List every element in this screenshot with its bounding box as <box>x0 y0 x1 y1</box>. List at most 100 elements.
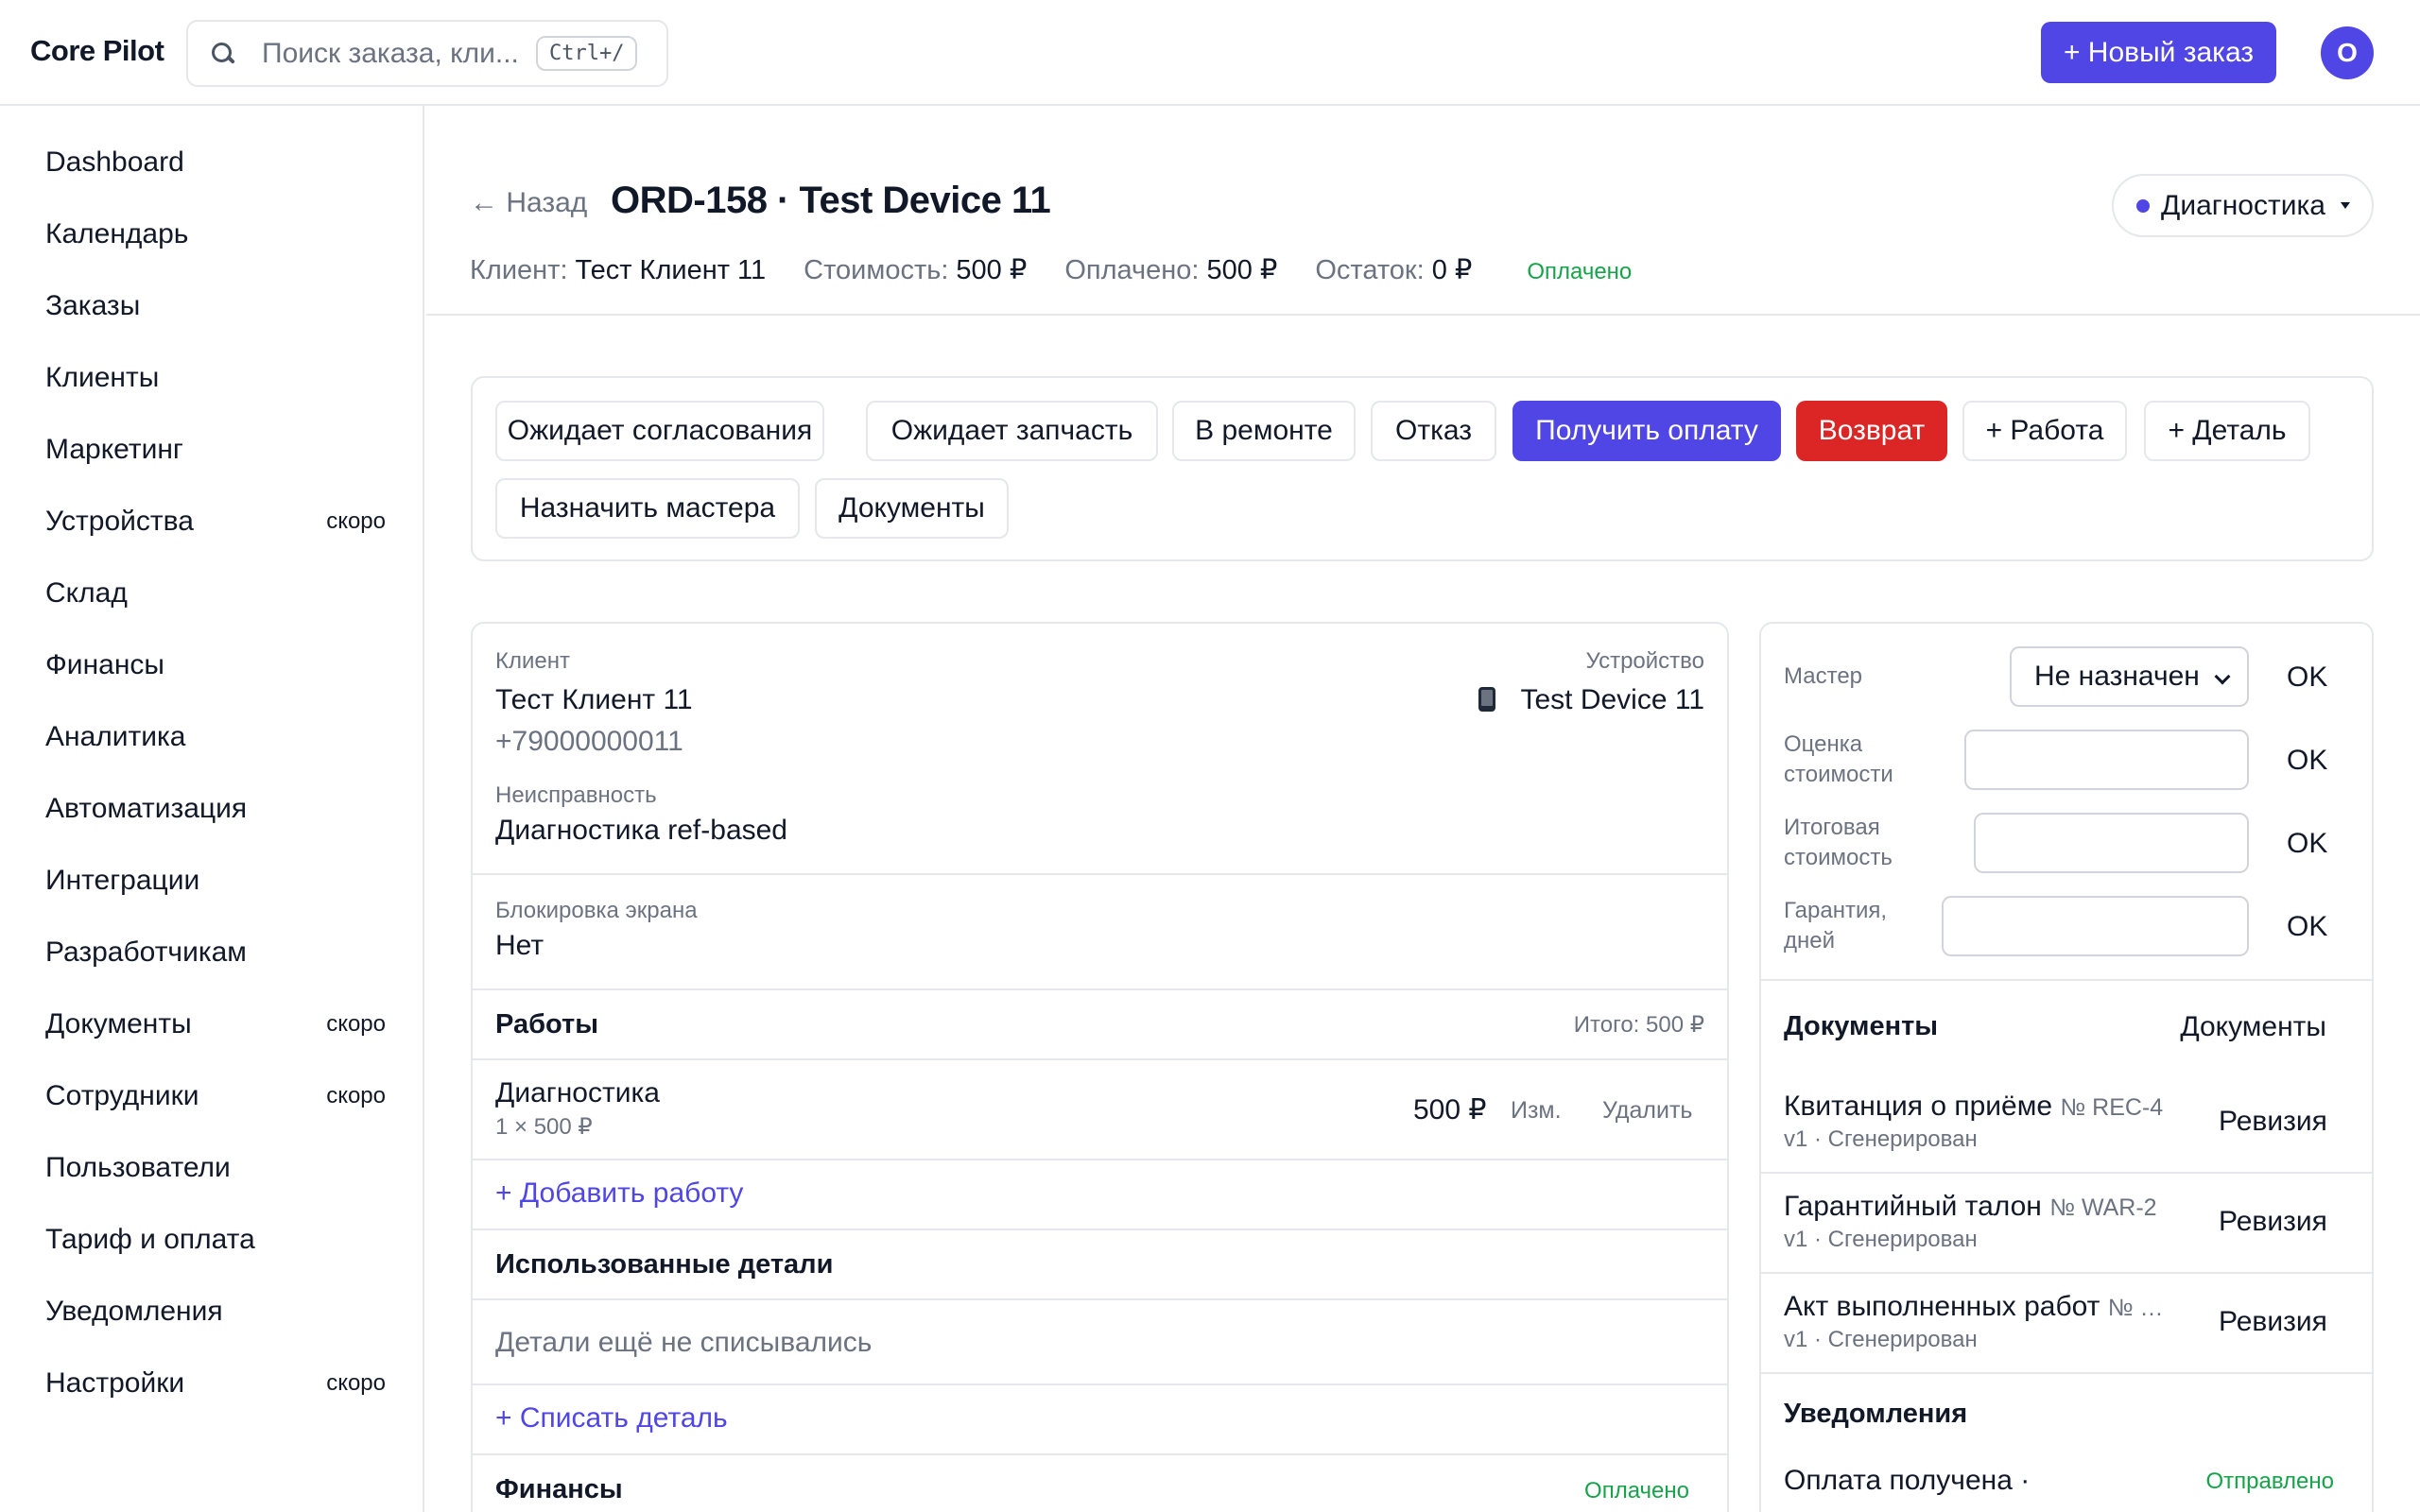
add-part-button[interactable]: + Деталь <box>2144 401 2310 461</box>
sidebar-item-warehouse[interactable]: Склад <box>45 565 386 622</box>
paid-label: Оплачено: <box>1064 255 1200 285</box>
sidebar-item-employees[interactable]: Сотрудники скоро <box>45 1068 386 1125</box>
final-cost-ok-button[interactable]: OK <box>2287 828 2327 860</box>
sidebar-item-label: Маркетинг <box>45 434 183 465</box>
documents-button[interactable]: Документы <box>815 478 1009 539</box>
sidebar-item-clients[interactable]: Клиенты <box>45 350 386 406</box>
sidebar-item-devices[interactable]: Устройства скоро <box>45 493 386 550</box>
get-payment-button[interactable]: Получить оплату <box>1512 401 1781 461</box>
new-order-button[interactable]: + Новый заказ <box>2041 22 2276 83</box>
sidebar-item-label: Сотрудники <box>45 1080 199 1111</box>
cost-value: 500 ₽ <box>956 255 1028 285</box>
divider <box>473 1058 1727 1060</box>
order-summary: Клиент: Тест Клиент 11 Стоимость: 500 ₽ … <box>470 253 1632 286</box>
warranty-ok-button[interactable]: OK <box>2287 911 2327 943</box>
write-off-part-link[interactable]: + Списать деталь <box>495 1402 728 1435</box>
doc-meta: v1 · Сгенерирован <box>1784 1227 1978 1252</box>
awaiting-approval-button[interactable]: Ожидает согласования <box>495 401 824 461</box>
notifications-title: Уведомления <box>1784 1399 1968 1429</box>
notification-item: Оплата получена · <box>1784 1465 2031 1496</box>
work-delete-button[interactable]: Удалить <box>1602 1097 1692 1125</box>
order-details-card: Клиент Тест Клиент 11 +79000000011 Устро… <box>471 622 1729 1512</box>
divider <box>473 1453 1727 1455</box>
status-value: Диагностика <box>2161 189 2325 221</box>
soon-badge: скоро <box>326 1370 386 1396</box>
sidebar-item-finance[interactable]: Финансы <box>45 637 386 694</box>
lock-caption: Блокировка экрана <box>495 898 698 923</box>
add-work-button[interactable]: + Работа <box>1962 401 2127 461</box>
sidebar-item-label: Заказы <box>45 290 141 321</box>
doc-title[interactable]: Квитанция о приёме № REC-4 <box>1784 1091 2190 1123</box>
sidebar-item-billing[interactable]: Тариф и оплата <box>45 1211 386 1268</box>
fault-caption: Неисправность <box>495 782 657 808</box>
client-label: Клиент: <box>470 255 568 285</box>
status-dropdown[interactable]: Диагностика <box>2112 174 2374 237</box>
divider <box>473 1228 1727 1230</box>
page-title: ORD-158 · Test Device 11 <box>611 180 1051 221</box>
divider <box>1761 1372 2372 1374</box>
sidebar-item-label: Документы <box>45 1008 192 1040</box>
finance-title: Финансы <box>495 1474 623 1504</box>
estimate-input[interactable] <box>1964 730 2249 790</box>
sidebar-item-orders[interactable]: Заказы <box>45 278 386 335</box>
avatar[interactable]: O <box>2321 26 2374 79</box>
awaiting-part-button[interactable]: Ожидает запчасть <box>866 401 1158 461</box>
assign-master-button[interactable]: Назначить мастера <box>495 478 800 539</box>
sidebar-item-marketing[interactable]: Маркетинг <box>45 421 386 478</box>
doc-title[interactable]: Акт выполненных работ № … <box>1784 1291 2183 1323</box>
sidebar-item-calendar[interactable]: Календарь <box>45 206 386 263</box>
works-total: Итого: 500 ₽ <box>1573 1012 1704 1038</box>
client-phone[interactable]: +79000000011 <box>495 726 683 758</box>
sidebar-item-settings[interactable]: Настройки скоро <box>45 1355 386 1412</box>
in-repair-button[interactable]: В ремонте <box>1172 401 1356 461</box>
documents-link[interactable]: Документы <box>2180 1011 2326 1043</box>
work-qty: 1 × 500 ₽ <box>495 1114 593 1140</box>
sidebar-item-automation[interactable]: Автоматизация <box>45 781 386 837</box>
doc-title[interactable]: Гарантийный талон № WAR-2 <box>1784 1191 2190 1223</box>
estimate-label: Оценка стоимости <box>1784 731 1893 787</box>
back-link[interactable]: ← Назад <box>470 187 587 219</box>
soon-badge: скоро <box>326 508 386 534</box>
doc-revision-button[interactable]: Ревизия <box>2219 1106 2327 1138</box>
soon-badge: скоро <box>326 1011 386 1037</box>
doc-revision-button[interactable]: Ревизия <box>2219 1306 2327 1338</box>
sidebar-item-integrations[interactable]: Интеграции <box>45 852 386 909</box>
add-work-link[interactable]: + Добавить работу <box>495 1177 743 1210</box>
warranty-input[interactable] <box>1942 896 2249 956</box>
refund-button[interactable]: Возврат <box>1796 401 1947 461</box>
documents-title: Документы <box>1784 1011 1939 1041</box>
doc-name: Акт выполненных работ <box>1784 1291 2100 1322</box>
device-caption: Устройство <box>1585 648 1704 674</box>
sidebar-item-dashboard[interactable]: Dashboard <box>45 134 386 191</box>
sidebar-item-label: Аналитика <box>45 721 186 752</box>
master-select-value: Не назначен <box>2034 661 2200 692</box>
brand-logo[interactable]: Core Pilot <box>30 34 164 68</box>
refuse-button[interactable]: Отказ <box>1371 401 1496 461</box>
doc-number: № REC-4 <box>2060 1094 2164 1121</box>
work-edit-button[interactable]: Изм. <box>1511 1097 1562 1125</box>
chevron-down-icon <box>2214 668 2231 685</box>
sidebar-item-notifications[interactable]: Уведомления <box>45 1283 386 1340</box>
fault-value: Диагностика ref-based <box>495 815 787 846</box>
client-caption: Клиент <box>495 648 570 674</box>
sidebar: Dashboard Календарь Заказы Клиенты Марке… <box>0 106 424 1512</box>
sidebar-item-analytics[interactable]: Аналитика <box>45 709 386 765</box>
doc-name: Квитанция о приёме <box>1784 1091 2053 1122</box>
sidebar-item-users[interactable]: Пользователи <box>45 1140 386 1196</box>
sidebar-item-documents[interactable]: Документы скоро <box>45 996 386 1053</box>
sidebar-item-label: Пользователи <box>45 1152 231 1183</box>
final-cost-input[interactable] <box>1974 813 2249 873</box>
sidebar-item-label: Клиенты <box>45 362 160 393</box>
master-ok-button[interactable]: OK <box>2287 662 2327 694</box>
divider <box>473 1298 1727 1300</box>
search-input[interactable]: Поиск заказа, кли... Ctrl+/ <box>186 20 668 87</box>
paid-value: 500 ₽ <box>1206 255 1278 285</box>
master-select[interactable]: Не назначен <box>2010 646 2249 707</box>
doc-revision-button[interactable]: Ревизия <box>2219 1206 2327 1238</box>
estimate-ok-button[interactable]: OK <box>2287 745 2327 777</box>
divider <box>1761 979 2372 981</box>
sidebar-item-label: Dashboard <box>45 146 184 178</box>
divider <box>473 873 1727 875</box>
parts-title: Использованные детали <box>495 1249 834 1280</box>
sidebar-item-developers[interactable]: Разработчикам <box>45 924 386 981</box>
